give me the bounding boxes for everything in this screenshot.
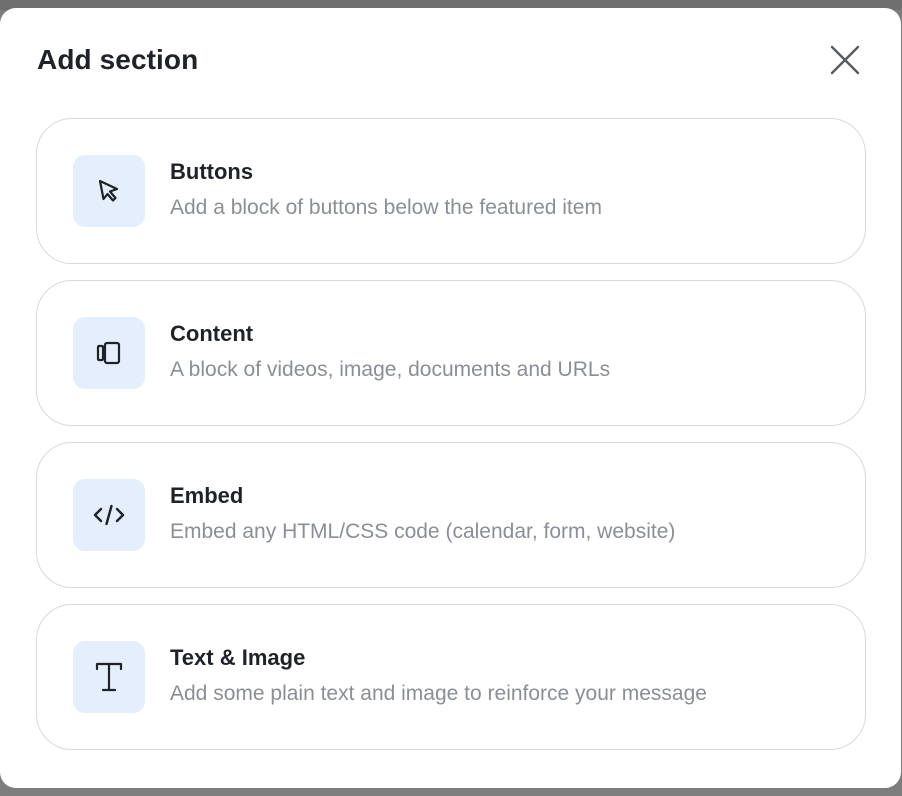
option-icon-tile [73,641,145,713]
option-icon-tile [73,479,145,551]
option-title: Text & Image [170,645,306,670]
text-icon [95,662,123,692]
close-icon [830,45,860,75]
option-text: Content A block of videos, image, docume… [170,319,845,384]
option-title: Content [170,321,254,346]
option-text: Text & Image Add some plain text and ima… [170,643,845,708]
option-icon-tile [73,317,145,389]
option-description: Add some plain text and image to reinfor… [170,682,707,705]
code-icon [93,504,125,526]
option-text-image[interactable]: Text & Image Add some plain text and ima… [36,604,866,750]
option-content[interactable]: Content A block of videos, image, docume… [36,280,866,426]
option-title: Buttons [170,159,254,184]
option-text: Buttons Add a block of buttons below the… [170,157,845,222]
option-icon-tile [73,155,145,227]
option-text: Embed Embed any HTML/CSS code (calendar,… [170,481,845,546]
modal-title: Add section [37,44,199,75]
option-description: A block of videos, image, documents and … [170,358,611,381]
close-button[interactable] [829,44,861,76]
option-description: Add a block of buttons below the feature… [170,196,602,219]
option-title: Embed [170,483,244,508]
modal-header: Add section [37,42,861,82]
option-description: Embed any HTML/CSS code (calendar, form,… [170,520,676,543]
option-buttons[interactable]: Buttons Add a block of buttons below the… [36,118,866,264]
content-stack-icon [96,341,121,365]
option-embed[interactable]: Embed Embed any HTML/CSS code (calendar,… [36,442,866,588]
cursor-pointer-icon [98,179,119,202]
add-section-modal: Add section Buttons Add a block of butto… [0,8,901,788]
section-options-list: Buttons Add a block of buttons below the… [36,118,866,766]
